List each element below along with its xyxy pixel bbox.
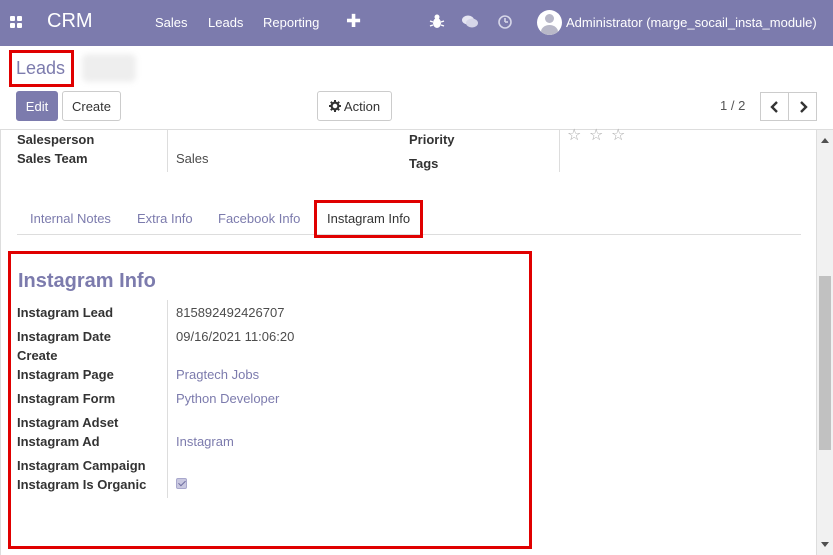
instagram-ad-link[interactable]: Instagram xyxy=(176,434,234,449)
pager-next-button[interactable] xyxy=(788,92,817,121)
tags-label: Tags xyxy=(409,156,439,171)
priority-star-icon[interactable]: ☆ xyxy=(589,128,603,144)
menu-leads[interactable]: Leads xyxy=(208,15,243,30)
instagram-page-label: Instagram Page xyxy=(17,367,114,382)
priority-star-icon[interactable]: ☆ xyxy=(567,128,581,144)
action-label: Action xyxy=(343,98,381,114)
top-navbar: CRM Sales Leads Reporting ✚ Administrato… xyxy=(0,0,833,46)
chevron-right-icon xyxy=(799,100,808,113)
field-divider xyxy=(167,300,168,498)
plus-icon[interactable]: ✚ xyxy=(346,11,361,32)
pager-previous-button[interactable] xyxy=(760,92,789,121)
tabs-divider xyxy=(17,234,801,235)
control-panel: Leads Edit Create Action 1 / 2 xyxy=(0,46,833,130)
create-button[interactable]: Create xyxy=(62,91,121,121)
priority-label: Priority xyxy=(409,132,455,147)
action-button[interactable]: Action xyxy=(317,91,392,121)
instagram-is-organic-label: Instagram Is Organic xyxy=(17,477,147,492)
section-title: Instagram Info xyxy=(18,270,156,292)
menu-reporting[interactable]: Reporting xyxy=(263,15,319,30)
salesperson-label: Salesperson xyxy=(17,132,95,147)
edit-button[interactable]: Edit xyxy=(16,91,58,121)
instagram-ad-label: Instagram Ad xyxy=(17,434,100,449)
gear-icon xyxy=(328,100,341,112)
priority-star-icon[interactable]: ☆ xyxy=(611,128,625,144)
tab-instagram-info[interactable]: Instagram Info xyxy=(327,211,410,226)
sales-team-label: Sales Team xyxy=(17,151,88,166)
instagram-form-label: Instagram Form xyxy=(17,391,116,406)
field-divider xyxy=(167,130,168,172)
instagram-page-link[interactable]: Pragtech Jobs xyxy=(176,367,259,382)
tab-extra-info[interactable]: Extra Info xyxy=(137,211,193,226)
user-avatar[interactable] xyxy=(537,10,562,35)
bug-icon[interactable] xyxy=(429,13,445,31)
apps-menu-icon[interactable] xyxy=(10,16,24,30)
instagram-adset-label: Instagram Adset xyxy=(17,415,119,430)
app-brand[interactable]: CRM xyxy=(47,10,93,33)
tab-internal-notes[interactable]: Internal Notes xyxy=(30,211,111,226)
instagram-lead-value: 815892492426707 xyxy=(176,305,285,320)
user-menu[interactable]: Administrator (marge_socail_insta_module… xyxy=(566,15,817,30)
instagram-lead-label: Instagram Lead xyxy=(17,305,114,320)
instagram-date-label: Instagram Date xyxy=(17,329,111,344)
instagram-form-link[interactable]: Python Developer xyxy=(176,391,279,406)
chevron-left-icon xyxy=(769,100,778,113)
instagram-campaign-label: Instagram Campaign xyxy=(17,458,146,473)
menu-sales[interactable]: Sales xyxy=(155,15,188,30)
pager-value[interactable]: 1 / 2 xyxy=(720,98,745,113)
sales-team-value[interactable]: Sales xyxy=(176,151,209,166)
chat-icon[interactable] xyxy=(461,13,479,31)
instagram-date-value: 09/16/2021 11:06:20 xyxy=(176,329,295,344)
instagram-date-label-cont: Create xyxy=(17,348,58,363)
clock-icon[interactable] xyxy=(497,13,513,31)
field-divider xyxy=(559,130,560,172)
breadcrumb[interactable]: Leads xyxy=(16,58,65,79)
breadcrumb-record-blurred xyxy=(82,54,136,82)
is-organic-checkbox[interactable] xyxy=(176,478,187,489)
tab-facebook-info[interactable]: Facebook Info xyxy=(218,211,300,226)
scrollbar-thumb[interactable] xyxy=(819,276,831,450)
scroll-down-arrow-icon[interactable] xyxy=(821,542,829,547)
scroll-up-arrow-icon[interactable] xyxy=(821,138,829,143)
